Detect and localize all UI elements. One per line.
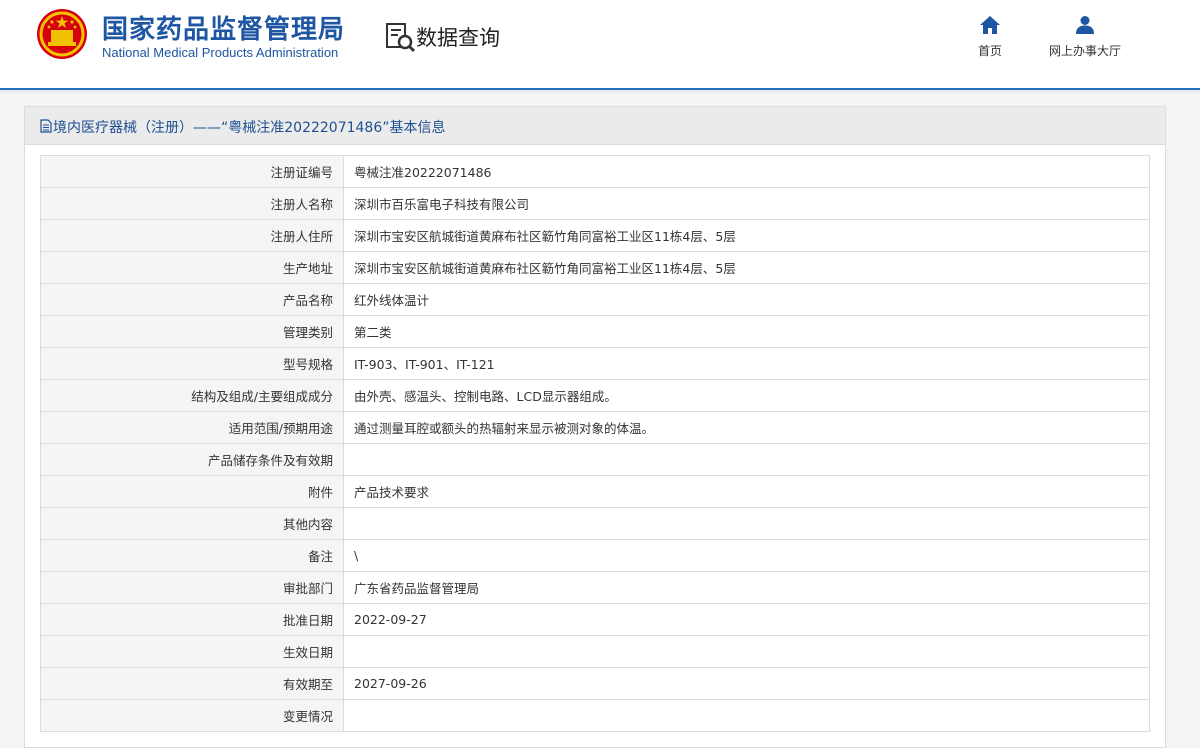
- field-value: 2022-09-27: [343, 603, 1150, 636]
- site-header: 国家药品监督管理局 National Medical Products Admi…: [0, 0, 1200, 88]
- table-row: 生效日期: [40, 635, 1150, 668]
- table-row: 管理类别 第二类: [40, 315, 1150, 348]
- field-label: 备注: [40, 539, 344, 572]
- field-label: 有效期至: [40, 667, 344, 700]
- table-row: 型号规格 IT-903、IT-901、IT-121: [40, 347, 1150, 380]
- table-row: 批准日期 2022-09-27: [40, 603, 1150, 636]
- user-icon: [1076, 16, 1094, 34]
- header-shadow: [0, 90, 1200, 94]
- table-row: 结构及组成/主要组成成分 由外壳、感温头、控制电路、LCD显示器组成。: [40, 379, 1150, 412]
- registration-info-table: 注册证编号 粤械注准20222071486 注册人名称 深圳市百乐富电子科技有限公司注…: [40, 155, 1150, 732]
- field-value: 深圳市百乐富电子科技有限公司: [343, 187, 1150, 220]
- table-row: 注册证编号 粤械注准20222071486: [40, 155, 1150, 188]
- field-label: 生效日期: [40, 635, 344, 668]
- field-label: 注册人名称: [40, 187, 344, 220]
- panel-title: 境内医疗器械（注册）——“粤械注准20222071486”基本信息: [53, 120, 446, 136]
- field-label: 附件: [40, 475, 344, 508]
- field-value: [343, 699, 1150, 732]
- field-label: 适用范围/预期用途: [40, 411, 344, 444]
- field-label: 产品储存条件及有效期: [40, 443, 344, 476]
- field-label: 批准日期: [40, 603, 344, 636]
- home-icon: [980, 16, 1000, 34]
- field-label: 其他内容: [40, 507, 344, 540]
- field-label: 型号规格: [40, 347, 344, 380]
- data-query-label: 数据查询: [416, 26, 500, 50]
- site-subtitle: National Medical Products Administration: [102, 45, 339, 60]
- table-row: 注册人名称 深圳市百乐富电子科技有限公司: [40, 187, 1150, 220]
- field-value: 第二类: [343, 315, 1150, 348]
- table-row: 附件 产品技术要求: [40, 475, 1150, 508]
- table-row: 有效期至 2027-09-26: [40, 667, 1150, 700]
- field-value: \: [343, 539, 1150, 572]
- field-value: 产品技术要求: [343, 475, 1150, 508]
- field-label: 审批部门: [40, 571, 344, 604]
- field-label: 变更情况: [40, 699, 344, 732]
- table-row: 适用范围/预期用途 通过测量耳腔或额头的热辐射来显示被测对象的体温。: [40, 411, 1150, 444]
- field-value: 粤械注准20222071486: [343, 155, 1150, 188]
- table-row: 变更情况: [40, 699, 1150, 732]
- site-title: 国家药品监督管理局: [102, 15, 346, 45]
- field-label: 结构及组成/主要组成成分: [40, 379, 344, 412]
- nav-home[interactable]: 首页: [969, 14, 1011, 59]
- panel-header: 境内医疗器械（注册）——“粤械注准20222071486”基本信息: [25, 107, 1165, 145]
- table-row: 产品名称 红外线体温计: [40, 283, 1150, 316]
- field-label: 注册证编号: [40, 155, 344, 188]
- field-value: IT-903、IT-901、IT-121: [343, 347, 1150, 380]
- nav-home-label: 首页: [977, 44, 1002, 58]
- table-row: 生产地址 深圳市宝安区航城街道黄麻布社区簕竹角同富裕工业区11栋4层、5层: [40, 251, 1150, 284]
- field-label: 产品名称: [40, 283, 344, 316]
- table-row: 注册人住所 深圳市宝安区航城街道黄麻布社区簕竹角同富裕工业区11栋4层、5层: [40, 219, 1150, 252]
- field-value: [343, 443, 1150, 476]
- field-label: 注册人住所: [40, 219, 344, 252]
- field-value: [343, 507, 1150, 540]
- table-row: 备注 \: [40, 539, 1150, 572]
- field-value: 深圳市宝安区航城街道黄麻布社区簕竹角同富裕工业区11栋4层、5层: [343, 251, 1150, 284]
- nav-online-service-hall[interactable]: 网上办事大厅: [1040, 14, 1130, 59]
- table-row: 其他内容: [40, 507, 1150, 540]
- field-value: [343, 635, 1150, 668]
- field-value: 通过测量耳腔或额头的热辐射来显示被测对象的体温。: [343, 411, 1150, 444]
- table-row: 产品储存条件及有效期: [40, 443, 1150, 476]
- field-value: 由外壳、感温头、控制电路、LCD显示器组成。: [343, 379, 1150, 412]
- data-query-icon: [386, 23, 416, 53]
- nav-online-service-hall-label: 网上办事大厅: [1048, 44, 1121, 58]
- field-value: 广东省药品监督管理局: [343, 571, 1150, 604]
- field-label: 管理类别: [40, 315, 344, 348]
- table-row: 审批部门 广东省药品监督管理局: [40, 571, 1150, 604]
- national-emblem-icon: [37, 9, 87, 59]
- detail-panel: 境内医疗器械（注册）——“粤械注准20222071486”基本信息 注册证编号粤…: [24, 106, 1166, 748]
- field-value: 2027-09-26: [343, 667, 1150, 700]
- field-label: 生产地址: [40, 251, 344, 284]
- field-value: 红外线体温计: [343, 283, 1150, 316]
- field-value: 深圳市宝安区航城街道黄麻布社区簕竹角同富裕工业区11栋4层、5层: [343, 219, 1150, 252]
- document-icon: [40, 119, 52, 133]
